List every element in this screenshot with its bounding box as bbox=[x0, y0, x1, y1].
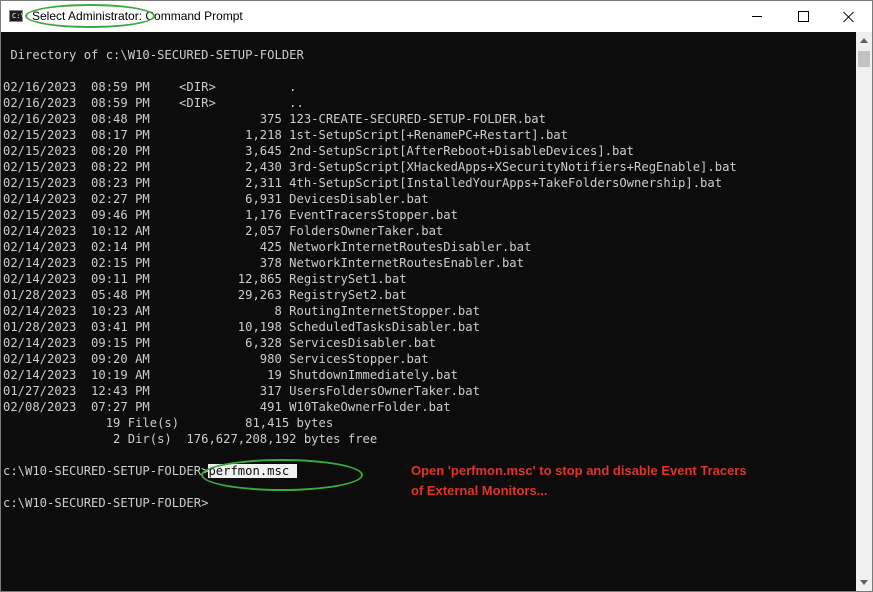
directory-entry: 02/15/2023 08:22 PM 2,430 3rd-SetupScrip… bbox=[3, 160, 737, 174]
close-icon bbox=[843, 11, 855, 23]
title-bar[interactable]: C:\ Select Administrator: Command Prompt bbox=[1, 1, 872, 32]
directory-entry: 02/08/2023 07:27 PM 491 W10TakeOwnerFold… bbox=[3, 400, 451, 414]
scroll-thumb[interactable] bbox=[858, 51, 870, 67]
directory-entry: 02/14/2023 02:15 PM 378 NetworkInternetR… bbox=[3, 256, 524, 270]
directory-entry: 02/14/2023 02:27 PM 6,931 DevicesDisable… bbox=[3, 192, 429, 206]
summary-files: 19 File(s) 81,415 bytes bbox=[3, 416, 334, 430]
prompt-line[interactable]: c:\W10-SECURED-SETUP-FOLDER> bbox=[3, 495, 208, 511]
arrow-down-icon bbox=[860, 580, 868, 585]
directory-header: Directory of c:\W10-SECURED-SETUP-FOLDER bbox=[3, 48, 304, 62]
close-button[interactable] bbox=[826, 1, 872, 32]
directory-entry: 02/14/2023 10:23 AM 8 RoutingInternetSto… bbox=[3, 304, 480, 318]
summary-dirs: 2 Dir(s) 176,627,208,192 bytes free bbox=[3, 432, 378, 446]
annotation-line-1: Open 'perfmon.msc' to stop and disable E… bbox=[411, 463, 747, 478]
prompt-text: c:\W10-SECURED-SETUP-FOLDER> bbox=[3, 464, 209, 478]
maximize-button[interactable] bbox=[780, 1, 826, 32]
directory-entry: 02/15/2023 08:17 PM 1,218 1st-SetupScrip… bbox=[3, 128, 568, 142]
vertical-scrollbar[interactable] bbox=[856, 32, 872, 591]
directory-entry: 02/14/2023 10:19 AM 19 ShutdownImmediate… bbox=[3, 368, 458, 382]
scroll-down-button[interactable] bbox=[856, 574, 872, 591]
directory-entry: 02/14/2023 02:14 PM 425 NetworkInternetR… bbox=[3, 240, 532, 254]
minimize-button[interactable] bbox=[734, 1, 780, 32]
directory-entry: 01/27/2023 12:43 PM 317 UsersFoldersOwne… bbox=[3, 384, 480, 398]
directory-entry: 02/16/2023 08:48 PM 375 123-CREATE-SECUR… bbox=[3, 112, 546, 126]
directory-entry: 02/15/2023 09:46 PM 1,176 EventTracersSt… bbox=[3, 208, 458, 222]
annotation-line-2: of External Monitors... bbox=[411, 483, 548, 498]
directory-entry: 01/28/2023 05:48 PM 29,263 RegistrySet2.… bbox=[3, 288, 407, 302]
annotation-note: Open 'perfmon.msc' to stop and disable E… bbox=[411, 461, 811, 501]
command-prompt-window: C:\ Select Administrator: Command Prompt… bbox=[0, 0, 873, 592]
minimize-icon bbox=[752, 16, 762, 17]
directory-entry: 02/16/2023 08:59 PM <DIR> .. bbox=[3, 96, 304, 110]
command-highlight-ellipse bbox=[201, 459, 363, 491]
console-output[interactable]: Directory of c:\W10-SECURED-SETUP-FOLDER… bbox=[1, 32, 856, 591]
cmd-app-icon[interactable]: C:\ bbox=[9, 10, 25, 22]
maximize-icon bbox=[797, 11, 809, 22]
directory-entry: 02/14/2023 09:15 PM 6,328 ServicesDisabl… bbox=[3, 336, 436, 350]
cmd-app-icon-text: C:\ bbox=[12, 12, 25, 20]
directory-entry: 01/28/2023 03:41 PM 10,198 ScheduledTask… bbox=[3, 320, 480, 334]
title-highlight-ellipse bbox=[25, 4, 155, 28]
arrow-up-icon bbox=[860, 38, 868, 43]
directory-entry: 02/15/2023 08:23 PM 2,311 4th-SetupScrip… bbox=[3, 176, 723, 190]
directory-entry: 02/14/2023 09:20 AM 980 ServicesStopper.… bbox=[3, 352, 429, 366]
directory-entry: 02/15/2023 08:20 PM 3,645 2nd-SetupScrip… bbox=[3, 144, 635, 158]
directory-entry: 02/16/2023 08:59 PM <DIR> . bbox=[3, 80, 297, 94]
directory-entry: 02/14/2023 09:11 PM 12,865 RegistrySet1.… bbox=[3, 272, 407, 286]
scroll-up-button[interactable] bbox=[856, 32, 872, 49]
directory-entry: 02/14/2023 10:12 AM 2,057 FoldersOwnerTa… bbox=[3, 224, 444, 238]
